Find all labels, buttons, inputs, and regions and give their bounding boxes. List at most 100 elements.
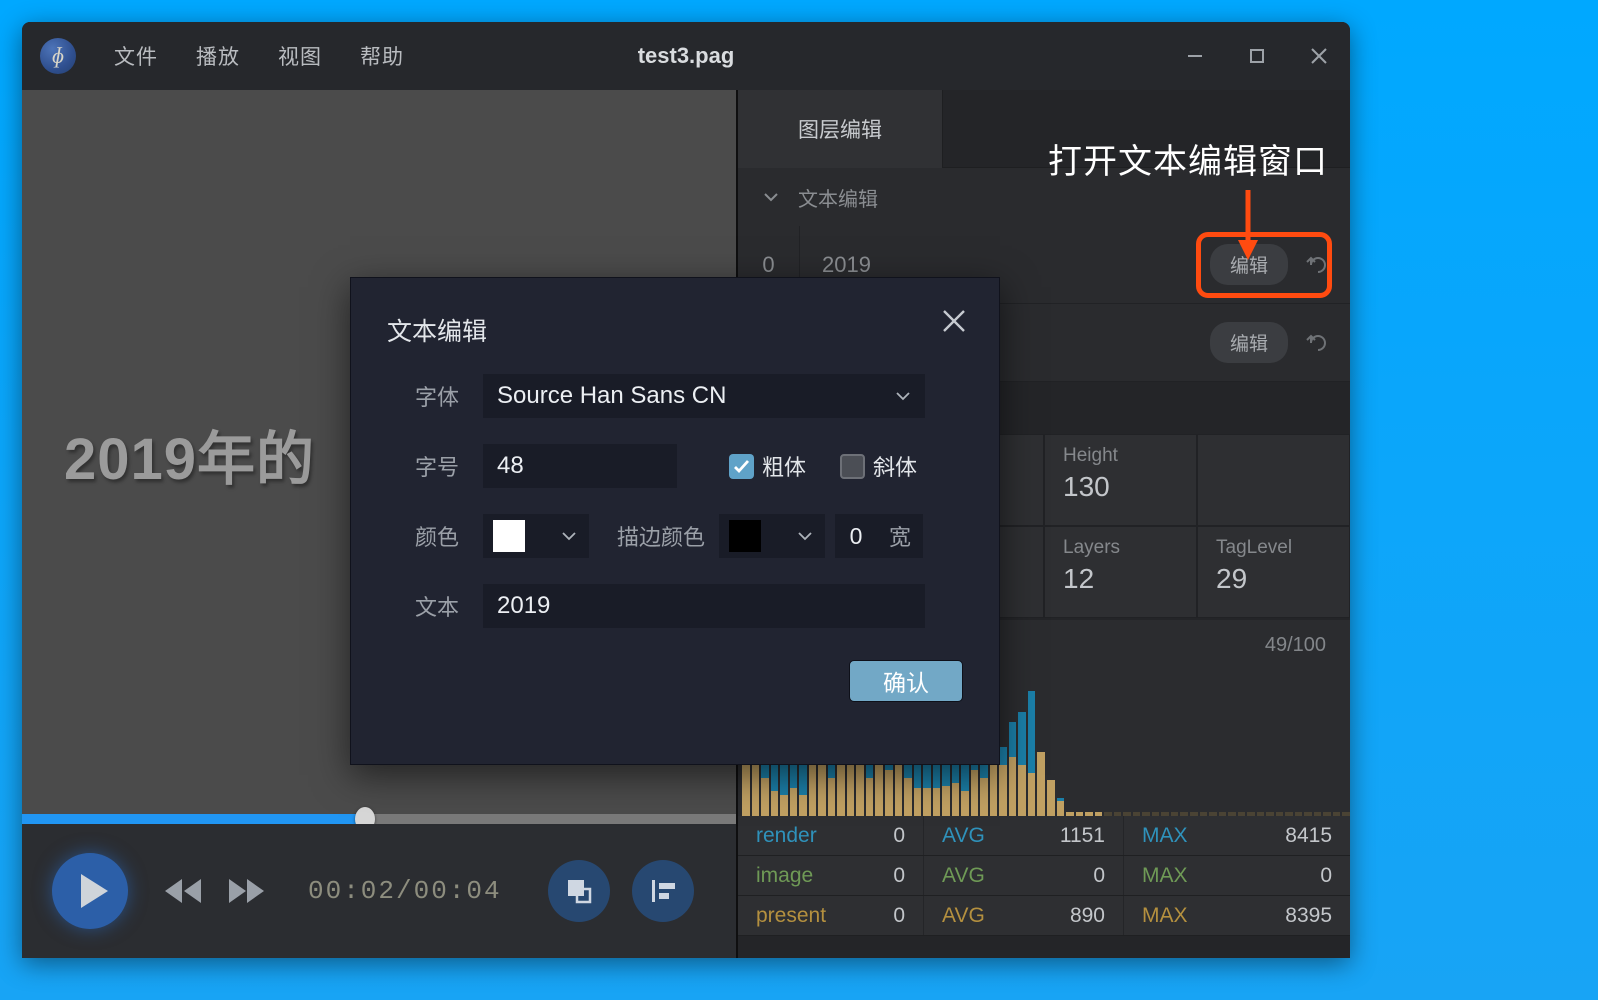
pag-logo-icon: ɸ — [40, 38, 76, 74]
duplicate-layers-icon[interactable] — [548, 860, 610, 922]
stat-name: image — [756, 864, 813, 888]
graph-bar-present-segment — [971, 770, 979, 816]
stroke-color-select[interactable] — [719, 514, 825, 558]
meta-label: TagLevel — [1216, 537, 1349, 559]
window-controls — [1164, 22, 1350, 90]
table-row: render0 AVG1151 MAX8415 — [738, 816, 1350, 856]
text-edit-dialog: 文本编辑 字体 Source Han Sans CN 字号 48 — [350, 277, 1000, 765]
graph-bar-present-segment — [780, 795, 788, 816]
stroke-width-input[interactable]: 0 — [835, 514, 877, 558]
text-label: 文本 — [387, 590, 459, 622]
timeline-progress — [22, 814, 365, 824]
graph-bar-present-segment — [771, 791, 779, 816]
graph-bar-empty — [1171, 812, 1179, 816]
undo-icon[interactable] — [1300, 252, 1326, 278]
chevron-down-icon — [559, 526, 579, 546]
stroke-color-label: 描边颜色 — [617, 520, 705, 552]
graph-bar-baseline — [1085, 812, 1093, 816]
stat-avg-value: 890 — [1070, 904, 1105, 928]
graph-bar-baseline — [1276, 812, 1284, 816]
menu-help[interactable]: 帮助 — [360, 41, 404, 71]
graph-bar-baseline — [1180, 812, 1188, 816]
fast-forward-icon[interactable] — [226, 876, 268, 906]
graph-bar-empty — [1142, 812, 1150, 816]
bold-checkbox[interactable]: 粗体 — [729, 450, 806, 482]
graph-bar-baseline — [1314, 812, 1322, 816]
stat-name: present — [756, 904, 826, 928]
graph-bar-render-segment — [1009, 722, 1017, 757]
menu-file[interactable]: 文件 — [114, 41, 158, 71]
stat-avg-label: AVG — [942, 824, 985, 848]
graph-bar — [1057, 798, 1065, 816]
section-title: 文本编辑 — [798, 183, 878, 212]
graph-bar-baseline — [1238, 812, 1246, 816]
play-icon[interactable] — [52, 853, 128, 929]
confirm-button[interactable]: 确认 — [849, 660, 963, 702]
layer-name: 2019 — [800, 252, 1210, 278]
stat-avg-label: AVG — [942, 864, 985, 888]
graph-bar-baseline — [1228, 812, 1236, 816]
meta-value: 12 — [1063, 563, 1196, 595]
graph-bar-empty — [1104, 812, 1112, 816]
tab-layer-edit[interactable]: 图层编辑 — [738, 90, 943, 168]
graph-bar-empty — [1247, 812, 1255, 816]
rewind-icon[interactable] — [162, 876, 204, 906]
minimize-icon[interactable] — [1164, 22, 1226, 90]
graph-bar — [952, 760, 960, 816]
stat-name-cell: image 0 — [738, 856, 924, 895]
meta-cell-layers: Layers 12 — [1044, 526, 1197, 618]
stat-max-cell: MAX0 — [1124, 856, 1350, 895]
graph-bar-empty — [1238, 812, 1246, 816]
graph-bar-baseline — [1095, 812, 1103, 816]
graph-bar-present-segment — [952, 783, 960, 816]
graph-bar-baseline — [1333, 812, 1341, 816]
graph-bar — [961, 758, 969, 816]
meta-cell-height: Height 130 — [1044, 434, 1197, 526]
graph-bar-baseline — [1152, 812, 1160, 816]
play-triangle — [81, 874, 108, 908]
graph-bar-empty — [1333, 812, 1341, 816]
chevron-down-icon — [893, 386, 913, 406]
meta-value: 29 — [1216, 563, 1349, 595]
stroke-color-swatch — [729, 520, 761, 552]
edit-button[interactable]: 编辑 — [1210, 322, 1288, 363]
graph-bar-baseline — [1247, 812, 1255, 816]
undo-icon[interactable] — [1300, 330, 1326, 356]
graph-bar-empty — [1133, 812, 1141, 816]
stat-avg-label: AVG — [942, 904, 985, 928]
graph-bar-empty — [1219, 812, 1227, 816]
stat-avg-value: 1151 — [1060, 824, 1105, 848]
timeline-scrubber[interactable] — [22, 814, 736, 824]
app-window: ɸ 文件 播放 视图 帮助 test3.pag 2019年的 — [22, 22, 1350, 958]
chevron-down-icon — [795, 526, 815, 546]
size-input[interactable]: 48 — [483, 444, 677, 488]
graph-bar-baseline — [1266, 812, 1274, 816]
field-size-row: 字号 48 粗体 斜体 — [387, 444, 963, 488]
graph-bar-present-segment — [895, 762, 903, 816]
fill-color-select[interactable] — [483, 514, 589, 558]
empty-checkbox-icon — [840, 454, 865, 479]
text-input[interactable]: 2019 — [483, 584, 925, 628]
graph-bar — [1047, 780, 1055, 816]
graph-bar-baseline — [1104, 812, 1112, 816]
align-left-icon[interactable] — [632, 860, 694, 922]
close-icon[interactable] — [939, 306, 969, 341]
graph-bar-present-segment — [828, 778, 836, 816]
check-icon — [729, 454, 754, 479]
stat-name-cell: present0 — [738, 896, 924, 935]
italic-checkbox[interactable]: 斜体 — [840, 450, 917, 482]
graph-bar-empty — [1076, 812, 1084, 816]
graph-bar — [1037, 752, 1045, 816]
font-value: Source Han Sans CN — [483, 382, 726, 410]
close-icon[interactable] — [1288, 22, 1350, 90]
font-select[interactable]: Source Han Sans CN — [483, 374, 925, 418]
stat-value: 0 — [893, 864, 905, 888]
menu-play[interactable]: 播放 — [196, 41, 240, 71]
graph-bar-empty — [1209, 812, 1217, 816]
graph-bar-present-segment — [1047, 780, 1055, 816]
preview-tools — [548, 860, 694, 922]
graph-bar-present-segment — [1018, 765, 1026, 816]
titlebar: ɸ 文件 播放 视图 帮助 test3.pag — [22, 22, 1350, 90]
menu-view[interactable]: 视图 — [278, 41, 322, 71]
maximize-icon[interactable] — [1226, 22, 1288, 90]
